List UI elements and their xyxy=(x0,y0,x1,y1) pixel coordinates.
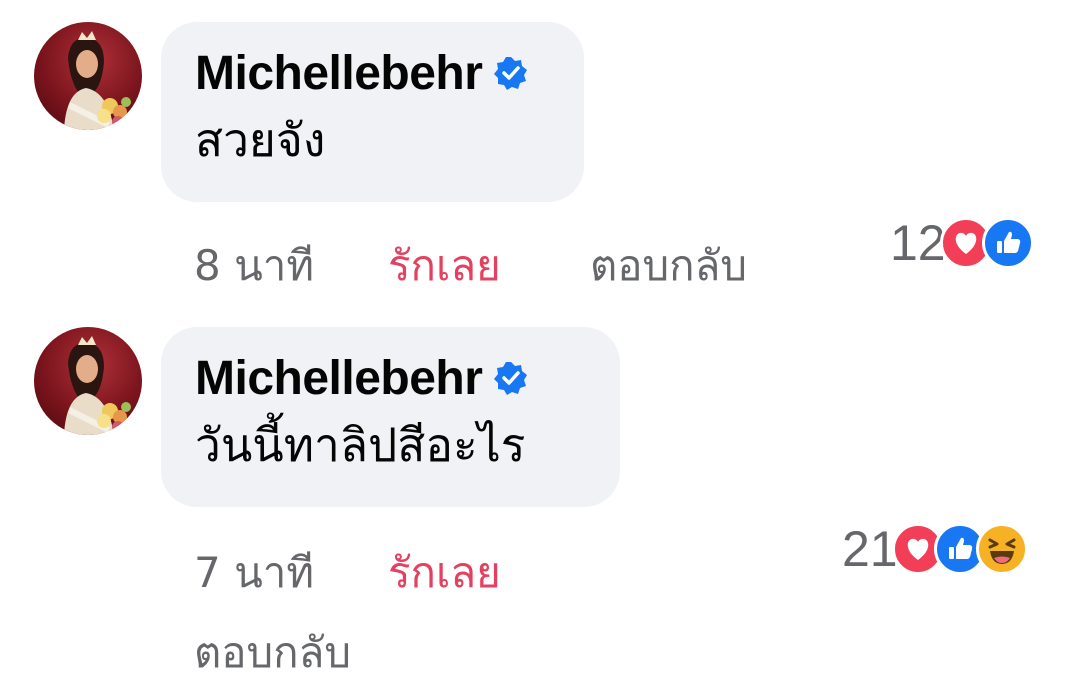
comment-time[interactable]: 7 นาที xyxy=(194,540,314,606)
reaction-summary[interactable]: 12 xyxy=(890,214,1034,272)
comment-text: สวยจัง xyxy=(195,113,326,167)
reaction-count: 21 xyxy=(842,521,898,577)
reply-button[interactable]: ตอบกลับ xyxy=(194,620,351,686)
author-name[interactable]: Michellebehr xyxy=(195,351,483,406)
avatar[interactable] xyxy=(34,22,142,130)
verified-badge-icon xyxy=(494,56,528,90)
love-reaction-button[interactable]: รักเลย xyxy=(388,233,501,299)
comment-text: วันนี้ทาลิปสีอะไร xyxy=(195,418,526,472)
love-reaction-button[interactable]: รักเลย xyxy=(388,540,501,606)
comment-bubble: Michellebehr สวยจัง xyxy=(161,22,584,202)
verified-badge-icon xyxy=(494,361,528,395)
reply-button[interactable]: ตอบกลับ xyxy=(590,233,747,299)
reaction-summary[interactable]: 21 xyxy=(842,520,1028,578)
author-name[interactable]: Michellebehr xyxy=(195,46,483,101)
comment-bubble: Michellebehr วันนี้ทาลิปสีอะไร xyxy=(161,327,620,507)
avatar[interactable] xyxy=(34,327,142,435)
comment-time[interactable]: 8 นาที xyxy=(194,233,314,299)
reaction-count: 12 xyxy=(890,215,946,271)
haha-icon xyxy=(975,523,1028,575)
like-icon xyxy=(981,217,1034,269)
